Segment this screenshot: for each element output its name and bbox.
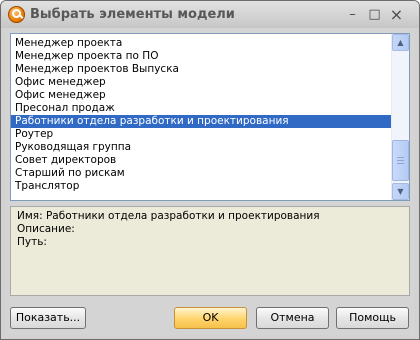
list-item[interactable]: Офис менеджер [11, 76, 392, 89]
cancel-button[interactable]: Отмена [256, 307, 329, 329]
list-items: Менеджер проекта Менеджер проекта по ПО Ме… [11, 37, 392, 193]
list-item[interactable]: Менеджер проектов Выпуска [11, 63, 392, 76]
list-item[interactable]: Руководящая группа [11, 141, 392, 154]
close-button[interactable]: × [388, 6, 405, 23]
maximize-button[interactable]: □ [366, 6, 383, 23]
list-item[interactable]: Старший по рискам [11, 167, 392, 180]
list-item[interactable]: Менеджер проекта по ПО [11, 50, 392, 63]
list-item[interactable]: Роутер [11, 128, 392, 141]
element-info-panel: Имя: Работники отдела разработки и проек… [10, 206, 410, 296]
model-elements-list[interactable]: Менеджер проекта Менеджер проекта по ПО Ме… [10, 33, 410, 201]
info-name: Имя: Работники отдела разработки и проек… [17, 210, 320, 222]
minimize-button[interactable]: – [344, 6, 361, 23]
list-item[interactable]: Менеджер проекта [11, 37, 392, 50]
info-description: Описание: [17, 223, 75, 235]
ok-button[interactable]: OK [174, 307, 247, 329]
info-path: Путь: [17, 236, 47, 248]
scroll-up-button[interactable]: ▲ [392, 34, 409, 51]
list-item[interactable]: Совет директоров [11, 154, 392, 167]
list-item[interactable]: Офис менеджер [11, 89, 392, 102]
app-search-icon [8, 6, 25, 23]
help-button[interactable]: Помощь [336, 307, 409, 329]
dialog-body: Менеджер проекта Менеджер проекта по ПО Ме… [5, 28, 415, 335]
list-item[interactable]: Пресонал продаж [11, 102, 392, 115]
window-title: Выбрать элементы модели [30, 7, 235, 22]
scroll-thumb[interactable] [392, 140, 409, 181]
list-item[interactable]: Работники отдела разработки и проектиров… [11, 115, 392, 128]
dialog-window: Выбрать элементы модели – □ × Менеджер п… [0, 0, 420, 340]
list-item[interactable]: Транслятор [11, 180, 392, 193]
show-button[interactable]: Показать... [10, 307, 86, 329]
vertical-scrollbar[interactable]: ▲ ▼ [391, 34, 409, 200]
scroll-down-button[interactable]: ▼ [392, 183, 409, 200]
title-bar[interactable]: Выбрать элементы модели – □ × [1, 1, 419, 28]
